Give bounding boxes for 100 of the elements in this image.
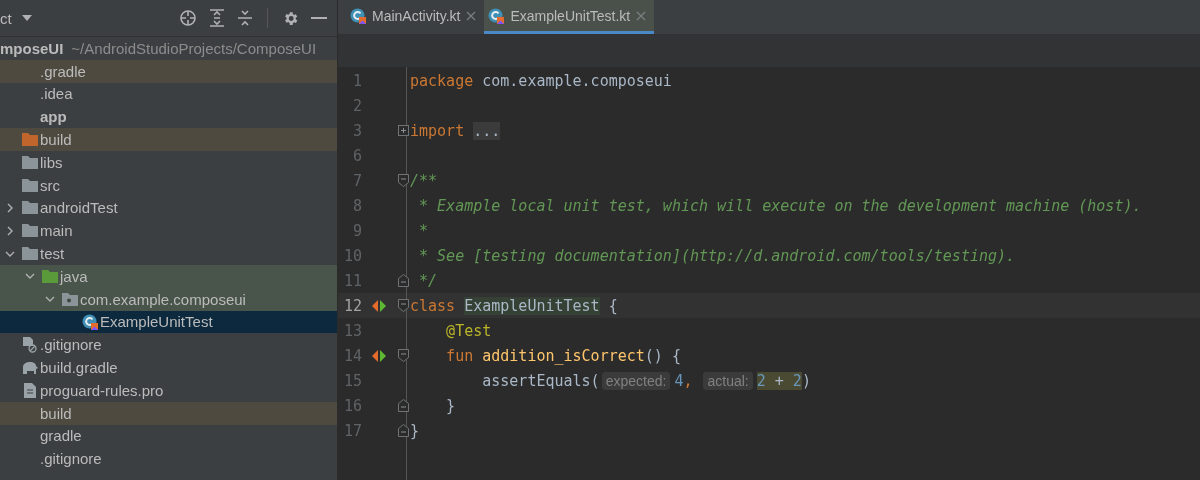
folder-icon [42, 269, 58, 283]
item-label: test [40, 245, 65, 263]
item-label: app [40, 108, 67, 126]
item-label: ExampleUnitTest [100, 313, 213, 331]
code-line: import ... [410, 121, 501, 140]
editor-tab[interactable]: MainActivity.kt [346, 0, 485, 34]
fold-end-icon[interactable] [397, 424, 409, 437]
close-icon[interactable] [466, 10, 477, 21]
line-number: 17 [342, 421, 362, 440]
item-label: androidTest [40, 199, 118, 217]
tree-row[interactable]: build [0, 401, 337, 425]
code-line: * See [testing documentation](http://d.android.com/tools/testing). [418, 246, 1016, 265]
line-number: 2 [351, 96, 362, 115]
tree-row[interactable]: .gitignore [0, 447, 337, 471]
fold-icon[interactable] [397, 299, 409, 312]
code-line: @Test [445, 321, 492, 340]
tree-row[interactable]: build [0, 128, 337, 151]
elephant-icon [22, 361, 38, 374]
item-label: main [40, 222, 73, 240]
project-path: ~/AndroidStudioProjects/ComposeUI [71, 39, 317, 57]
minimize-icon[interactable] [311, 16, 327, 20]
code-line: /** [410, 171, 438, 190]
item-label: build [40, 131, 72, 149]
code-line: fun addition_isCorrect() { [445, 346, 681, 365]
tree-row[interactable]: java [0, 264, 337, 288]
code-line: package com.example.composeui [410, 71, 672, 90]
line-number: 14 [342, 346, 362, 365]
line-number: 15 [342, 371, 362, 390]
tree-row[interactable]: .idea [0, 82, 337, 106]
fold-end-icon[interactable] [397, 399, 409, 412]
chevron-icon[interactable] [5, 225, 15, 236]
tree-row[interactable]: main [0, 219, 337, 243]
item-label: .gitignore [40, 450, 102, 468]
kotlin-class-icon [82, 313, 98, 330]
kotlin-file-icon [350, 7, 366, 24]
tree-row[interactable]: .gradle [0, 59, 337, 83]
code-line: * Example local unit test, which will execute on the development machine (host). [418, 196, 1142, 215]
item-label: build [40, 404, 72, 422]
tree-row[interactable]: test [0, 242, 337, 265]
line-number: 1 [351, 71, 362, 90]
tree-row[interactable]: ExampleUnitTest [0, 310, 337, 334]
folder-icon [22, 247, 38, 261]
item-label: .gradle [40, 62, 86, 80]
tree-row[interactable]: .gitignore [0, 333, 337, 357]
tree-row[interactable]: build.gradle [0, 356, 337, 379]
collapse-all-icon[interactable] [237, 9, 253, 27]
fold-icon[interactable] [397, 349, 409, 362]
item-label: build.gradle [40, 359, 118, 377]
run-icon[interactable] [372, 349, 386, 362]
folder-icon [22, 178, 38, 192]
editor-tab[interactable]: ExampleUnitTest.kt [484, 0, 655, 34]
item-label: .idea [40, 85, 73, 103]
tree-row[interactable]: proguard-rules.pro [0, 378, 337, 402]
fold-icon[interactable] [397, 174, 409, 187]
tree-row[interactable]: src [0, 173, 337, 197]
line-number: 10 [342, 246, 362, 265]
code-line: * [418, 221, 429, 240]
ignored-file-icon [23, 336, 37, 353]
item-label: gradle [40, 427, 82, 445]
tree-row[interactable]: libs [0, 151, 337, 174]
code-line: } [445, 396, 456, 415]
code-line: class ExampleUnitTest { [410, 296, 618, 315]
folder-icon [22, 201, 38, 215]
folder-icon [22, 133, 38, 147]
item-label: .gitignore [40, 336, 102, 354]
locate-icon[interactable] [179, 9, 197, 27]
line-number: 16 [342, 396, 362, 415]
line-number: 9 [351, 221, 362, 240]
item-label: java [60, 267, 88, 285]
tree-row[interactable]: androidTest [0, 196, 337, 220]
tree-row[interactable]: mposeUI ~/AndroidStudioProjects/ComposeUI [0, 37, 337, 60]
code-line: assertEquals( expected: 4, actual: 2 + 2) [481, 371, 811, 390]
package-folder-icon [62, 292, 78, 306]
caret-icon[interactable] [20, 14, 33, 22]
item-label: src [40, 176, 60, 194]
chevron-icon[interactable] [5, 202, 15, 213]
tree-row[interactable]: app [0, 105, 337, 129]
tree-row[interactable]: gradle [0, 424, 337, 448]
line-number: 8 [351, 196, 362, 215]
panel-title[interactable]: ct [0, 9, 12, 27]
item-label: libs [40, 153, 63, 171]
kotlin-file-icon [488, 7, 505, 24]
project-name: mposeUI [0, 39, 64, 57]
expand-all-icon[interactable] [209, 9, 225, 27]
line-number: 12 [342, 296, 362, 315]
folder-icon [22, 224, 38, 238]
code-line: */ [418, 271, 438, 290]
file-icon [24, 382, 36, 398]
fold-end-icon[interactable] [397, 274, 409, 287]
line-number: 11 [342, 271, 362, 290]
line-number: 13 [342, 321, 362, 340]
code-line: } [410, 421, 420, 440]
settings-icon[interactable] [282, 9, 299, 27]
tree-row[interactable]: com.example.composeui [0, 287, 337, 311]
run-icon[interactable] [372, 299, 386, 312]
item-label: com.example.composeui [80, 290, 246, 308]
expand-fold-icon[interactable] [397, 125, 409, 136]
item-label: proguard-rules.pro [40, 381, 164, 399]
line-number: 6 [351, 146, 362, 165]
folder-icon [22, 155, 38, 169]
